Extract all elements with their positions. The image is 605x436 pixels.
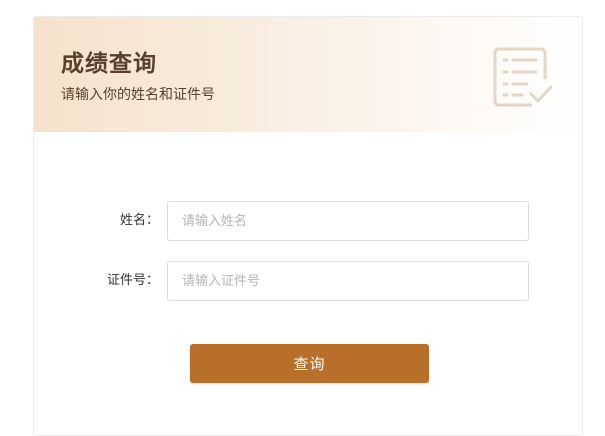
- checklist-icon: [493, 47, 553, 107]
- query-card: 成绩查询 请输入你的姓名和证件号 姓名： 证件号： 查询: [33, 16, 583, 436]
- name-input[interactable]: [167, 201, 529, 241]
- query-button[interactable]: 查询: [190, 344, 429, 383]
- name-label: 姓名：: [119, 213, 159, 228]
- id-number-input[interactable]: [167, 261, 529, 301]
- name-row: 姓名：: [34, 201, 582, 241]
- page-subtitle: 请输入你的姓名和证件号: [61, 87, 215, 103]
- page-title: 成绩查询: [61, 51, 157, 77]
- card-header: 成绩查询 请输入你的姓名和证件号: [34, 17, 582, 132]
- id-label: 证件号：: [106, 273, 159, 288]
- id-row: 证件号：: [34, 261, 582, 301]
